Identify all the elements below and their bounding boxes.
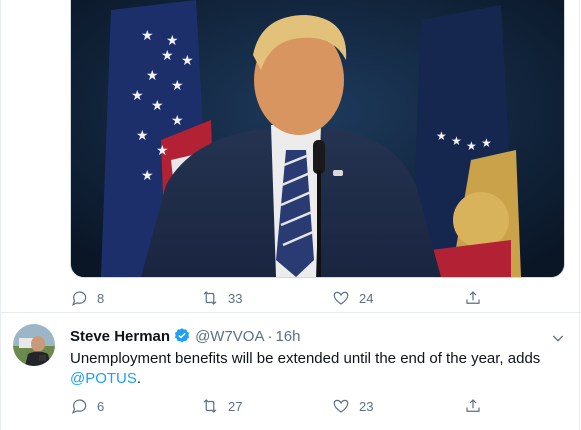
retweet-button[interactable]: 27 bbox=[201, 394, 242, 418]
photo-illustration: ★★★ ★★★ ★★★ ★★★ ★ ★ ★ ★ bbox=[71, 0, 564, 277]
svg-text:★: ★ bbox=[156, 143, 169, 159]
svg-text:★: ★ bbox=[131, 88, 144, 104]
share-icon bbox=[466, 291, 480, 304]
author-name[interactable]: Steve Herman bbox=[70, 328, 170, 345]
svg-text:★: ★ bbox=[481, 136, 492, 150]
reply-count: 8 bbox=[97, 290, 105, 306]
svg-text:★: ★ bbox=[466, 139, 477, 153]
like-count: 23 bbox=[359, 398, 374, 414]
svg-text:★: ★ bbox=[166, 33, 179, 49]
svg-text:★: ★ bbox=[451, 134, 462, 148]
avatar-photo bbox=[13, 324, 55, 366]
tweet-divider bbox=[0, 312, 581, 313]
retweet-icon bbox=[203, 291, 217, 305]
reply-icon bbox=[71, 399, 87, 414]
svg-text:★: ★ bbox=[141, 168, 154, 184]
share-button[interactable] bbox=[464, 286, 482, 310]
heart-icon bbox=[333, 291, 349, 305]
chevron-down-icon[interactable] bbox=[550, 330, 566, 346]
retweet-icon bbox=[203, 399, 217, 413]
svg-text:★: ★ bbox=[146, 68, 159, 84]
share-button[interactable] bbox=[464, 394, 482, 418]
heart-icon bbox=[333, 399, 349, 413]
tweet-trailing-punctuation: . bbox=[136, 370, 142, 387]
svg-text:★: ★ bbox=[136, 128, 149, 144]
header-separator: · bbox=[267, 327, 273, 345]
reply-count: 6 bbox=[97, 398, 105, 414]
like-button[interactable]: 23 bbox=[332, 394, 373, 418]
retweet-count: 27 bbox=[228, 398, 243, 414]
avatar[interactable] bbox=[13, 324, 55, 366]
tweet-actions-2: 6 27 23 bbox=[70, 394, 540, 418]
retweet-count: 33 bbox=[228, 290, 243, 306]
tweet-media-image[interactable]: ★ ★ ★ ★ ★ ★ ★ ★ ★ ★ ★ ★ ★ ★ ★ ★ bbox=[70, 0, 565, 278]
timeline-right-border bbox=[579, 0, 580, 430]
svg-text:★: ★ bbox=[171, 78, 184, 94]
verified-badge-icon bbox=[173, 327, 191, 345]
timeline-left-border bbox=[0, 0, 1, 430]
tweet-body: Unemployment benefits will be extended u… bbox=[70, 350, 541, 367]
svg-text:★: ★ bbox=[141, 28, 154, 44]
svg-text:★: ★ bbox=[171, 113, 184, 129]
tweet-text: Unemployment benefits will be extended u… bbox=[70, 349, 565, 389]
svg-text:★: ★ bbox=[181, 53, 194, 69]
svg-text:★: ★ bbox=[161, 48, 174, 64]
tweet-actions-1: 8 33 24 bbox=[70, 286, 540, 310]
reply-button[interactable]: 6 bbox=[70, 394, 104, 418]
mention-link[interactable]: @POTUS bbox=[70, 370, 137, 387]
svg-text:★: ★ bbox=[151, 98, 164, 114]
svg-text:★: ★ bbox=[436, 129, 447, 143]
tweet-timestamp[interactable]: 16h bbox=[275, 328, 300, 345]
reply-icon bbox=[71, 291, 87, 306]
tweet-header: Steve Herman @W7VOA · 16h bbox=[70, 327, 301, 345]
reply-button[interactable]: 8 bbox=[70, 286, 104, 310]
author-handle[interactable]: @W7VOA bbox=[195, 328, 264, 345]
share-icon bbox=[466, 399, 480, 412]
like-count: 24 bbox=[359, 290, 374, 306]
like-button[interactable]: 24 bbox=[332, 286, 373, 310]
retweet-button[interactable]: 33 bbox=[201, 286, 242, 310]
